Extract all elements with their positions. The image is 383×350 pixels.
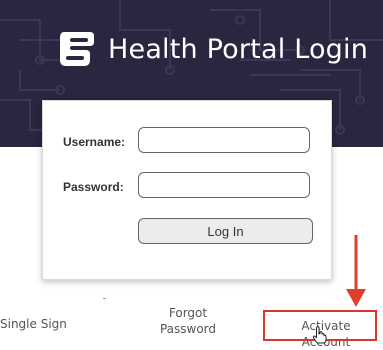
password-row: Password: <box>43 172 331 202</box>
username-input[interactable] <box>138 127 310 153</box>
username-label: Username: <box>63 135 126 149</box>
brand: Health Portal Login <box>56 28 368 70</box>
login-button[interactable]: Log In <box>138 218 313 244</box>
username-row: Username: <box>43 127 331 157</box>
page-title: Health Portal Login <box>108 33 369 65</box>
divider <box>103 298 106 299</box>
single-sign-link[interactable]: Single Sign <box>0 316 70 332</box>
password-input[interactable] <box>138 172 310 198</box>
password-label: Password: <box>63 180 124 194</box>
down-arrow-icon <box>346 235 366 307</box>
portal-logo-icon <box>60 32 94 66</box>
hand-pointer-icon <box>312 326 327 344</box>
login-card: Username: Password: Log In <box>42 100 332 280</box>
forgot-password-link[interactable]: Forgot Password <box>148 305 228 337</box>
